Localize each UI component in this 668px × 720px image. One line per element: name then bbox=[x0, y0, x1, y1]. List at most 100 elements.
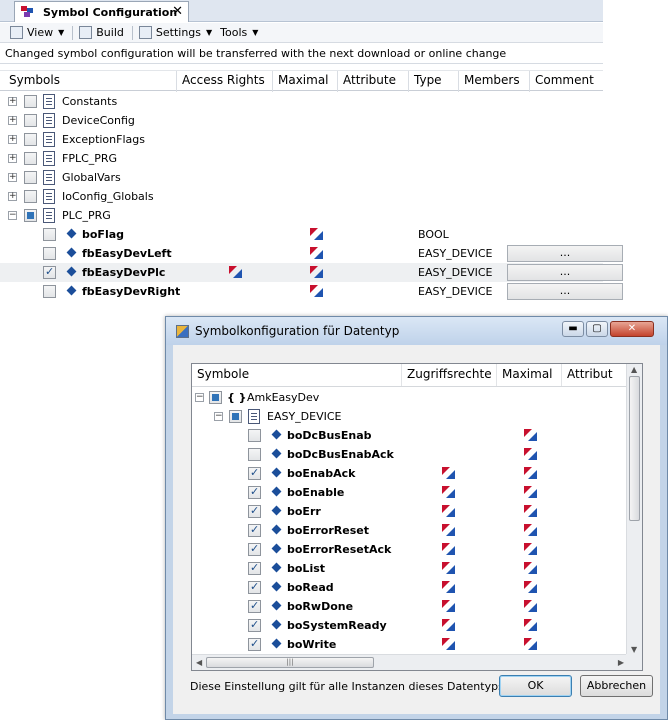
access-rights-icon[interactable] bbox=[442, 562, 456, 575]
checkbox[interactable] bbox=[229, 410, 242, 423]
maximize-button[interactable]: ▢ bbox=[586, 321, 608, 337]
access-rights-icon[interactable] bbox=[442, 486, 456, 499]
expand-icon[interactable]: + bbox=[8, 173, 17, 182]
expand-icon[interactable]: + bbox=[8, 97, 17, 106]
column-members[interactable]: Members bbox=[458, 73, 520, 90]
symbol-configuration-editor: Symbol Configuration ✕ View ▼ Build Sett… bbox=[0, 0, 623, 318]
checkbox[interactable] bbox=[24, 133, 37, 146]
scroll-thumb[interactable] bbox=[629, 376, 640, 521]
collapse-icon[interactable]: − bbox=[214, 412, 223, 421]
checkbox[interactable] bbox=[248, 637, 261, 651]
scroll-thumb[interactable]: ||| bbox=[206, 657, 374, 668]
ok-button[interactable]: OK bbox=[499, 675, 572, 697]
expand-icon[interactable]: + bbox=[8, 135, 17, 144]
checkbox[interactable] bbox=[24, 209, 37, 222]
tree-row: + GlobalVars bbox=[0, 168, 603, 187]
close-icon[interactable]: ✕ bbox=[172, 4, 183, 19]
access-rights-icon[interactable] bbox=[442, 600, 456, 613]
horizontal-scrollbar[interactable]: ◀ ||| ▶ bbox=[192, 654, 628, 670]
members-button[interactable]: ... bbox=[507, 283, 623, 300]
tree-type-row: − EASY_DEVICE bbox=[192, 407, 630, 426]
build-label: Build bbox=[96, 26, 124, 39]
tree-row: + FPLC_PRG bbox=[0, 149, 603, 168]
column-type[interactable]: Type bbox=[408, 73, 442, 90]
document-icon bbox=[43, 113, 55, 128]
collapse-icon[interactable]: − bbox=[195, 393, 204, 402]
checkbox[interactable] bbox=[24, 152, 37, 165]
view-menu-button[interactable]: View ▼ bbox=[10, 26, 64, 39]
checkbox[interactable] bbox=[248, 599, 261, 613]
column-symbole[interactable]: Symbole bbox=[192, 364, 402, 386]
scroll-down-icon[interactable]: ▼ bbox=[631, 645, 637, 654]
read-write-access-icon bbox=[310, 266, 324, 279]
tools-menu-button[interactable]: Tools ▼ bbox=[220, 26, 258, 39]
settings-icon bbox=[138, 26, 152, 39]
scroll-right-icon[interactable]: ▶ bbox=[618, 658, 624, 667]
settings-menu-button[interactable]: Settings ▼ bbox=[138, 26, 212, 39]
variable-icon bbox=[271, 600, 282, 611]
scroll-up-icon[interactable]: ▲ bbox=[631, 365, 637, 374]
cancel-button[interactable]: Abbrechen bbox=[580, 675, 653, 697]
read-write-access-icon bbox=[524, 505, 538, 518]
checkbox[interactable] bbox=[248, 580, 261, 594]
checkbox[interactable] bbox=[43, 265, 56, 279]
build-icon bbox=[79, 26, 93, 39]
expand-icon[interactable]: + bbox=[8, 116, 17, 125]
checkbox[interactable] bbox=[248, 523, 261, 537]
checkbox[interactable] bbox=[248, 561, 261, 575]
checkbox[interactable] bbox=[43, 228, 56, 241]
column-zugriffsrechte[interactable]: Zugriffsrechte bbox=[402, 364, 497, 386]
checkbox[interactable] bbox=[24, 114, 37, 127]
column-attribut[interactable]: Attribut bbox=[562, 364, 630, 386]
access-rights-icon[interactable] bbox=[442, 638, 456, 651]
variable-row: fbEasyDevLeft EASY_DEVICE ... bbox=[0, 244, 623, 263]
checkbox[interactable] bbox=[43, 247, 56, 260]
access-rights-icon[interactable] bbox=[442, 619, 456, 632]
read-write-access-icon bbox=[524, 600, 538, 613]
member-name: boWrite bbox=[287, 638, 337, 651]
checkbox[interactable] bbox=[248, 504, 261, 518]
checkbox[interactable] bbox=[43, 285, 56, 298]
minimize-button[interactable]: ▬ bbox=[562, 321, 584, 337]
checkbox[interactable] bbox=[24, 171, 37, 184]
access-rights-icon[interactable] bbox=[442, 467, 456, 480]
access-rights-icon[interactable] bbox=[442, 543, 456, 556]
tab-symbol-configuration[interactable]: Symbol Configuration ✕ bbox=[14, 1, 189, 22]
tree-label: GlobalVars bbox=[62, 171, 121, 184]
expand-icon[interactable]: + bbox=[8, 154, 17, 163]
checkbox[interactable] bbox=[248, 485, 261, 499]
read-write-access-icon bbox=[310, 285, 324, 298]
tree-row: + DeviceConfig bbox=[0, 111, 603, 130]
checkbox[interactable] bbox=[248, 466, 261, 480]
close-button[interactable]: ✕ bbox=[610, 321, 654, 337]
members-button[interactable]: ... bbox=[507, 264, 623, 281]
vertical-scrollbar[interactable]: ▲ ▼ bbox=[626, 364, 642, 655]
checkbox[interactable] bbox=[248, 429, 261, 442]
build-button[interactable]: Build bbox=[79, 26, 124, 39]
checkbox[interactable] bbox=[248, 542, 261, 556]
column-symbols[interactable]: Symbols bbox=[3, 73, 60, 90]
scroll-left-icon[interactable]: ◀ bbox=[196, 658, 202, 667]
member-row: boEnabAck bbox=[192, 464, 630, 483]
variable-icon bbox=[271, 543, 282, 554]
checkbox[interactable] bbox=[209, 391, 222, 404]
member-row: boDcBusEnab bbox=[192, 426, 630, 445]
members-button[interactable]: ... bbox=[507, 245, 623, 262]
column-comment[interactable]: Comment bbox=[529, 73, 594, 90]
access-rights-icon[interactable] bbox=[442, 505, 456, 518]
read-write-access-icon[interactable] bbox=[229, 266, 243, 279]
checkbox[interactable] bbox=[248, 448, 261, 461]
checkbox[interactable] bbox=[24, 95, 37, 108]
checkbox[interactable] bbox=[248, 618, 261, 632]
expand-icon[interactable]: + bbox=[8, 192, 17, 201]
access-rights-icon[interactable] bbox=[442, 524, 456, 537]
collapse-icon[interactable]: − bbox=[8, 211, 17, 220]
checkbox[interactable] bbox=[24, 190, 37, 203]
document-icon bbox=[248, 409, 260, 424]
access-rights-icon[interactable] bbox=[442, 581, 456, 594]
column-maximal[interactable]: Maximal bbox=[272, 73, 329, 90]
column-maximal[interactable]: Maximal bbox=[497, 364, 562, 386]
column-access-rights[interactable]: Access Rights bbox=[176, 73, 265, 90]
column-attribute[interactable]: Attribute bbox=[337, 73, 396, 90]
variable-icon bbox=[271, 638, 282, 649]
